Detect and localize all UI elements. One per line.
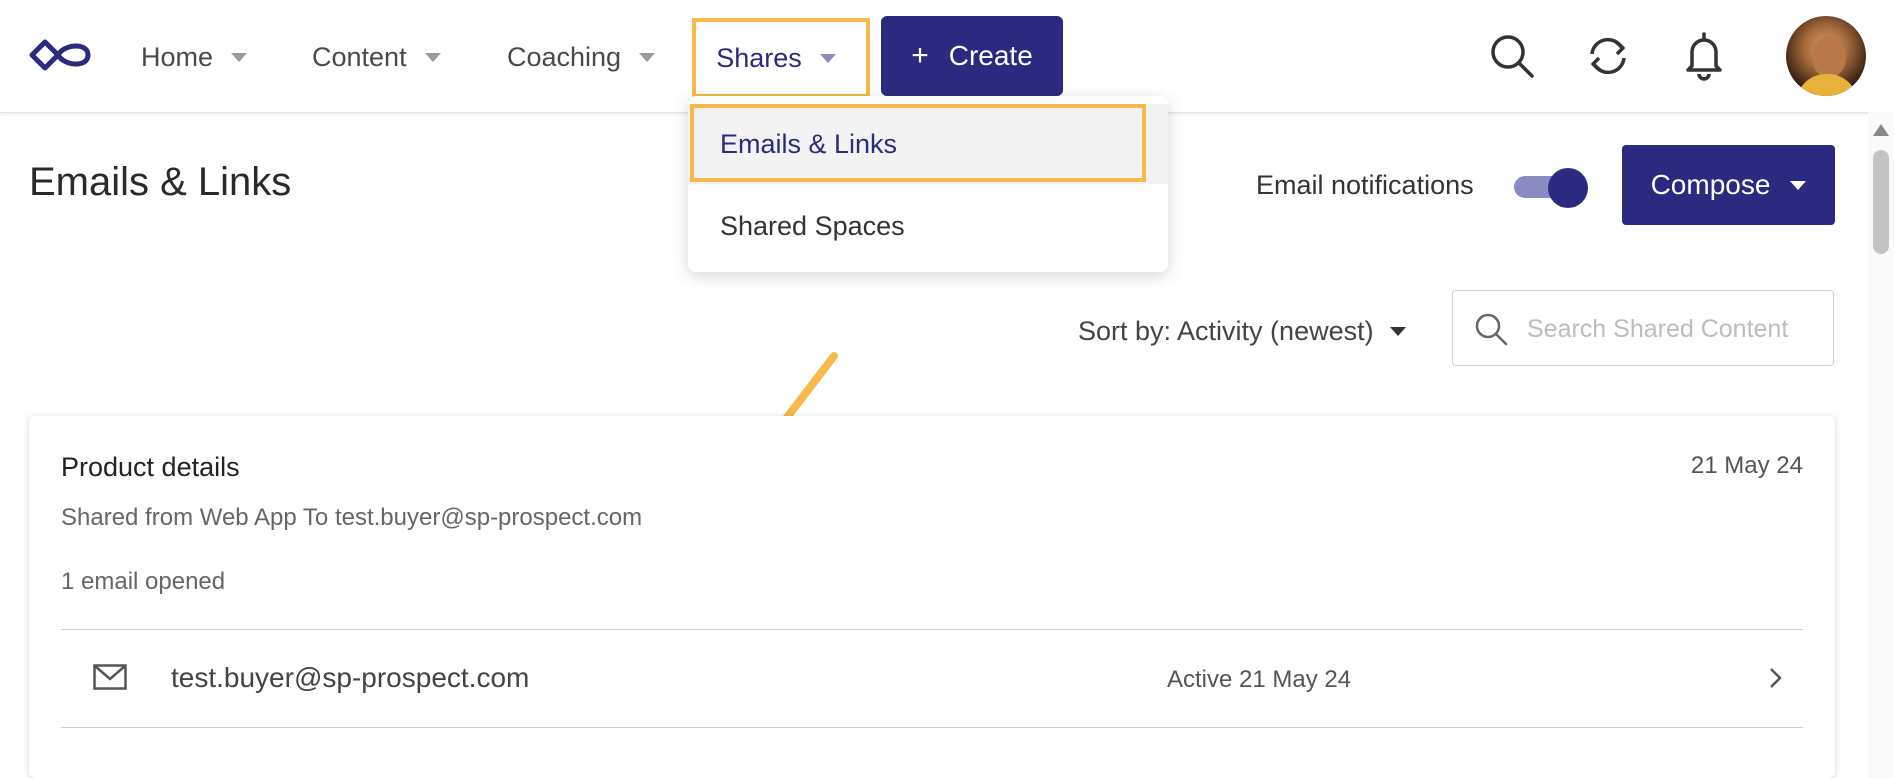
nav-home-label: Home (141, 41, 214, 72)
nav-shares[interactable]: Shares (692, 18, 870, 98)
shares-dropdown-menu: Emails & Links Shared Spaces (688, 96, 1168, 272)
chevron-down-icon (1790, 180, 1807, 190)
share-title: Product details (61, 452, 240, 482)
share-card[interactable]: Product details 21 May 24 Shared from We… (29, 416, 1835, 778)
mail-icon (93, 664, 127, 690)
chevron-down-icon (639, 52, 656, 62)
sort-dropdown[interactable]: Sort by: Activity (newest) (1078, 316, 1406, 347)
menu-item-shared-spaces[interactable]: Shared Spaces (688, 186, 1168, 266)
chevron-down-icon (424, 52, 441, 62)
avatar-shirt (1796, 74, 1858, 96)
nav-coaching-label: Coaching (507, 41, 622, 72)
search-icon[interactable] (1484, 28, 1540, 84)
nav-content-label: Content (312, 41, 407, 72)
page-title: Emails & Links (29, 160, 292, 204)
sync-icon[interactable] (1580, 28, 1636, 84)
compose-button-label: Compose (1650, 169, 1771, 200)
recipient-email: test.buyer@sp-prospect.com (171, 662, 530, 693)
create-button[interactable]: + Create (881, 16, 1063, 96)
sort-label: Sort by: Activity (newest) (1078, 316, 1374, 346)
share-date: 21 May 24 (1690, 452, 1803, 479)
search-icon (1475, 313, 1508, 346)
plus-icon: + (911, 39, 929, 72)
nav-content[interactable]: Content (312, 32, 441, 82)
toggle-knob (1548, 168, 1588, 208)
bell-icon[interactable] (1676, 28, 1732, 84)
search-shared-content (1452, 290, 1834, 366)
infinity-logo-icon[interactable] (28, 34, 94, 76)
chevron-down-icon (231, 52, 248, 62)
menu-item-label: Shared Spaces (720, 210, 905, 241)
recipient-active-date: Active 21 May 24 (1167, 666, 1352, 693)
share-description: Shared from Web App To test.buyer@sp-pro… (61, 504, 643, 531)
nav-coaching[interactable]: Coaching (507, 32, 656, 82)
create-button-label: Create (948, 40, 1033, 71)
search-input[interactable] (1525, 307, 1819, 351)
nav-shares-label: Shares (716, 42, 802, 73)
nav-home[interactable]: Home (141, 32, 248, 82)
page-scrollbar[interactable] (1868, 112, 1894, 778)
menu-item-label: Emails & Links (720, 128, 898, 159)
scroll-thumb[interactable] (1873, 150, 1889, 254)
chevron-right-icon (1770, 668, 1782, 688)
email-notifications-label: Email notifications (1256, 170, 1474, 200)
avatar-face (1812, 36, 1846, 78)
user-avatar[interactable] (1786, 16, 1866, 96)
chevron-down-icon (1389, 327, 1406, 336)
scroll-up-arrow-icon[interactable] (1873, 124, 1889, 136)
menu-item-emails-links[interactable]: Emails & Links (688, 104, 1168, 184)
emails-opened-count: 1 email opened (61, 568, 226, 595)
email-notifications-toggle[interactable] (1514, 168, 1588, 208)
recipient-row[interactable]: test.buyer@sp-prospect.com Active 21 May… (61, 630, 1803, 728)
chevron-down-icon (819, 53, 836, 63)
compose-button[interactable]: Compose (1622, 145, 1835, 225)
divider (61, 727, 1803, 728)
